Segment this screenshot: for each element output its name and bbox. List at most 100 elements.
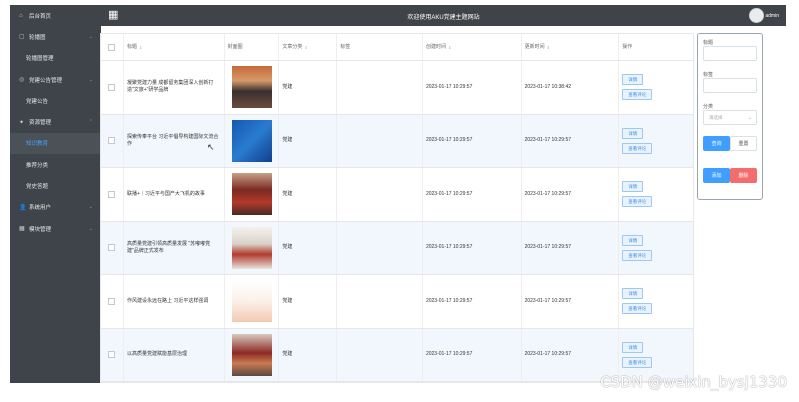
view-comments-button[interactable]: 查看评论	[622, 196, 653, 208]
article-table: 标题 ⇕ 封面图 文章分类 ⇕ 标签 创建时间 ⇕ 更新时间 ⇕ 操作 凝聚党建力量 成…	[100, 33, 694, 383]
user-icon: 👤	[19, 204, 27, 211]
table-row[interactable]: 联播+｜习近平与国产大飞机的故事 党建 2023-01-17 10:29:57 …	[101, 168, 693, 222]
row-updated: 2023-01-17 10:29:57	[522, 114, 620, 167]
row-tag	[337, 328, 423, 381]
header-category[interactable]: 文章分类 ⇕	[279, 34, 338, 60]
sidebar-item-resource-manage[interactable]: ✦ 资源管理 ⌃	[10, 111, 101, 132]
view-comments-button[interactable]: 查看评论	[622, 303, 653, 315]
sidebar-item-carousel[interactable]: ▢ 轮播图 ⌄	[10, 26, 101, 47]
row-checkbox[interactable]	[108, 83, 116, 91]
row-category: 党建	[279, 168, 338, 221]
delete-button[interactable]: 删除	[730, 168, 757, 183]
row-updated: 2023-01-17 10:29:57	[522, 275, 620, 328]
row-category: 党建	[279, 221, 338, 274]
home-icon: ⌂	[19, 12, 23, 19]
detail-button[interactable]: 详情	[622, 288, 644, 300]
row-category: 党建	[279, 114, 338, 167]
chevron-down-icon: ⌄	[88, 76, 93, 83]
row-title: 作风建设永远在路上 习近平这样强调	[124, 275, 225, 328]
select-all-checkbox[interactable]	[108, 43, 116, 51]
sidebar-item-party-quiz[interactable]: 党史答题	[10, 175, 101, 196]
row-created: 2023-01-17 10:29:57	[423, 168, 522, 221]
row-created: 2023-01-17 10:29:57	[423, 114, 522, 167]
row-checkbox[interactable]	[108, 137, 116, 145]
sort-icon[interactable]: ⇕	[139, 44, 142, 51]
row-category: 党建	[279, 275, 338, 328]
row-tag	[337, 114, 423, 167]
cover-image	[231, 333, 272, 376]
page-title: 欢迎使用AKU党建主题网站	[407, 15, 480, 21]
sidebar-item-notice[interactable]: 党建公告	[10, 90, 101, 111]
header-title[interactable]: 标题 ⇕	[124, 34, 225, 60]
reset-button[interactable]: 重置	[730, 136, 757, 151]
sidebar-item-recommend-category[interactable]: 推荐分类	[10, 154, 101, 175]
row-checkbox[interactable]	[108, 297, 116, 305]
chevron-down-icon: ⌄	[747, 114, 752, 121]
detail-button[interactable]: 详情	[622, 234, 644, 246]
header-created[interactable]: 创建时间 ⇕	[423, 34, 522, 60]
row-tag	[337, 221, 423, 274]
filter-title-label: 标题	[703, 40, 714, 46]
row-updated: 2023-01-17 10:38:42	[522, 61, 620, 114]
cover-image	[231, 280, 272, 323]
row-checkbox[interactable]	[108, 351, 116, 359]
row-created: 2023-01-17 10:29:57	[423, 221, 522, 274]
table-row[interactable]: 作风建设永远在路上 习近平这样强调 党建 2023-01-17 10:29:57…	[101, 275, 693, 329]
cover-image	[231, 226, 272, 269]
view-comments-button[interactable]: 查看评论	[622, 89, 653, 101]
resource-icon: ✦	[19, 119, 25, 126]
row-category: 党建	[279, 328, 338, 381]
sidebar-item-knowledge[interactable]: 知识教育	[10, 132, 101, 155]
sidebar-item-module-manage[interactable]: ▦ 模块管理 ⌄	[10, 218, 101, 239]
sort-icon[interactable]: ⇕	[547, 44, 550, 51]
filter-category-label: 分类	[703, 104, 714, 110]
detail-button[interactable]: 详情	[622, 181, 644, 193]
sidebar-item-carousel-manage[interactable]: 轮播图管理	[10, 48, 101, 69]
sort-icon[interactable]: ⇕	[448, 44, 451, 51]
avatar[interactable]	[749, 8, 764, 23]
table-row[interactable]: 高质量党建引领高质量发展 "苏嘟嘟党建"品牌正式发布 党建 2023-01-17…	[101, 221, 693, 275]
sidebar-item-system-users[interactable]: 👤 系统用户 ⌄	[10, 197, 101, 218]
row-checkbox[interactable]	[108, 244, 116, 252]
filter-tag-input[interactable]	[703, 78, 757, 93]
add-button[interactable]: 添加	[703, 168, 730, 183]
row-title: 凝聚党建力量 成都留务集团深入创新打造"文旅+"研学品牌	[124, 61, 225, 114]
detail-button[interactable]: 详情	[622, 74, 644, 86]
row-title: 高质量党建引领高质量发展 "苏嘟嘟党建"品牌正式发布	[124, 221, 225, 274]
table-row[interactable]: 探索传奉平台 习近平倡导构建国际文流合作 党建 2023-01-17 10:29…	[101, 114, 693, 168]
header-updated[interactable]: 更新时间 ⇕	[522, 34, 620, 60]
filter-panel: 标题 标签 分类 请选择 ⌄ 查询 重置 添加 删除	[697, 33, 763, 200]
view-comments-button[interactable]: 查看评论	[622, 249, 653, 261]
sort-icon[interactable]: ⇕	[304, 44, 307, 51]
filter-title-input[interactable]	[703, 46, 757, 61]
topbar: ▦ 欢迎使用AKU党建主题网站 admin	[101, 5, 786, 26]
row-title: 联播+｜习近平与国产大飞机的故事	[124, 168, 225, 221]
row-tag	[337, 168, 423, 221]
cover-image	[231, 119, 272, 162]
row-updated: 2023-01-17 10:29:57	[522, 168, 620, 221]
header-tag: 标签	[337, 34, 423, 60]
watermark: CSDN @weixin_bysj1330	[600, 373, 787, 391]
row-title: 探索传奉平台 习近平倡导构建国际文流合作	[124, 114, 225, 167]
detail-button[interactable]: 详情	[622, 127, 644, 139]
sidebar: ⌂ 后台首页 ▢ 轮播图 ⌄ 轮播图管理 ◎ 党建公告管理 ⌄ 党建公告 ✦ 资源管理 ⌃ 知…	[10, 5, 101, 383]
cover-image	[231, 66, 272, 109]
chevron-down-icon: ⌄	[88, 204, 93, 211]
sidebar-item-home[interactable]: ⌂ 后台首页	[10, 5, 101, 26]
table-header: 标题 ⇕ 封面图 文章分类 ⇕ 标签 创建时间 ⇕ 更新时间 ⇕ 操作	[101, 34, 693, 61]
filter-category-select[interactable]: 请选择 ⌄	[703, 110, 757, 125]
cover-image	[231, 173, 272, 216]
username[interactable]: admin	[765, 13, 779, 19]
row-updated: 2023-01-17 10:29:57	[522, 221, 620, 274]
sidebar-item-notice-manage[interactable]: ◎ 党建公告管理 ⌄	[10, 69, 101, 90]
table-row[interactable]: 凝聚党建力量 成都留务集团深入创新打造"文旅+"研学品牌 党建 2023-01-…	[101, 61, 693, 115]
detail-button[interactable]: 详情	[622, 341, 644, 353]
view-comments-button[interactable]: 查看评论	[622, 142, 653, 154]
search-button[interactable]: 查询	[703, 136, 730, 151]
image-icon: ▢	[19, 34, 25, 41]
row-tag	[337, 61, 423, 114]
row-category: 党建	[279, 61, 338, 114]
row-tag	[337, 275, 423, 328]
row-checkbox[interactable]	[108, 190, 116, 198]
view-comments-button[interactable]: 查看评论	[622, 356, 653, 368]
